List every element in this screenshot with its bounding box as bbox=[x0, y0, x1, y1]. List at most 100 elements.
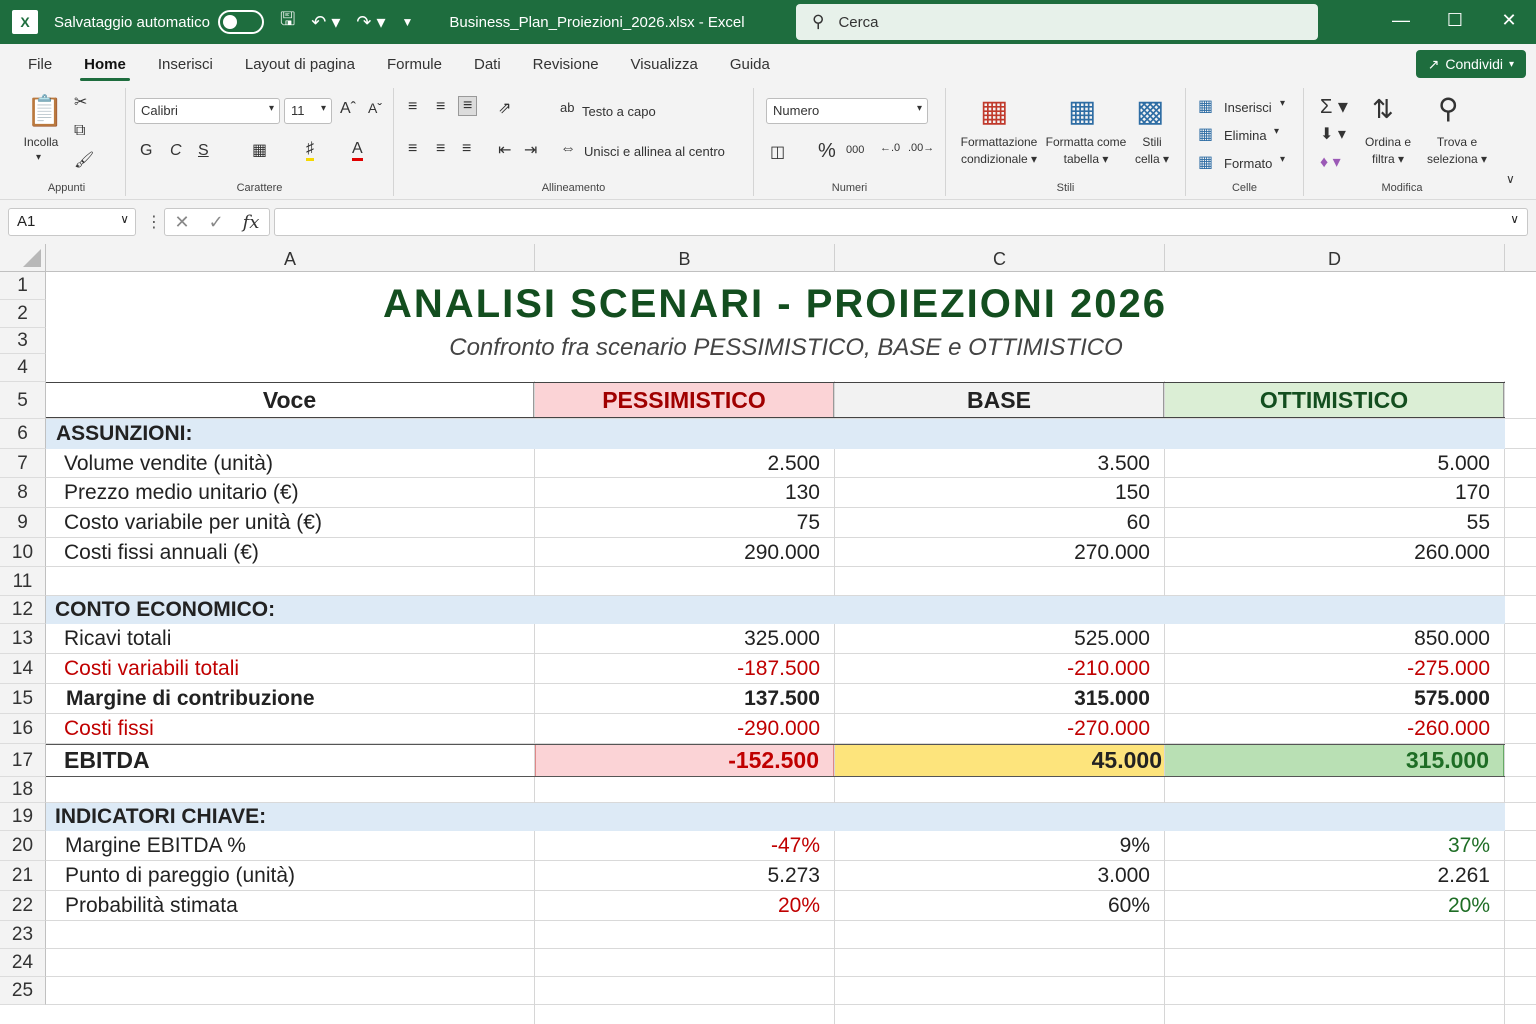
section-kpi[interactable]: INDICATORI CHIAVE: bbox=[55, 803, 266, 831]
format-painter-icon[interactable]: 🖌 bbox=[74, 150, 94, 170]
close-icon[interactable]: ✕ bbox=[1494, 10, 1524, 31]
more-options-icon[interactable]: ⋮ bbox=[146, 212, 162, 232]
row-header-15[interactable]: 15 bbox=[0, 684, 46, 714]
kpi-row-label[interactable]: Probabilità stimata bbox=[65, 891, 238, 921]
percent-style-icon[interactable]: % bbox=[818, 140, 836, 163]
fill-color-icon[interactable]: ♯ bbox=[306, 140, 314, 161]
align-middle-icon[interactable]: ≡ bbox=[436, 98, 445, 116]
assumption-row-value[interactable]: 260.000 bbox=[1165, 538, 1504, 567]
row-header-19[interactable]: 19 bbox=[0, 803, 46, 831]
conditional-formatting-button[interactable]: Formattazione condizionale ▾ bbox=[954, 134, 1044, 168]
row-header-3[interactable]: 3 bbox=[0, 328, 46, 354]
row-header-6[interactable]: 6 bbox=[0, 419, 46, 449]
row-header-2[interactable]: 2 bbox=[0, 300, 46, 328]
kpi-row-value[interactable]: 2.261 bbox=[1165, 861, 1504, 891]
borders-icon[interactable]: ▦ bbox=[252, 140, 267, 160]
paste-icon[interactable]: 📋 bbox=[26, 94, 63, 129]
header-pessimistic[interactable]: PESSIMISTICO bbox=[535, 383, 834, 417]
italic-button[interactable]: C bbox=[170, 142, 182, 160]
column-header-b[interactable]: B bbox=[535, 244, 835, 272]
row-header-13[interactable]: 13 bbox=[0, 624, 46, 654]
maximize-icon[interactable]: ☐ bbox=[1440, 10, 1470, 31]
income-row-value[interactable]: 325.000 bbox=[535, 624, 834, 654]
row-header-17[interactable]: 17 bbox=[0, 744, 46, 777]
header-base[interactable]: BASE bbox=[835, 383, 1164, 417]
assumption-row-value[interactable]: 60 bbox=[835, 508, 1164, 538]
kpi-row-value[interactable]: 9% bbox=[835, 831, 1164, 861]
align-bottom-icon[interactable]: ≡ bbox=[458, 96, 478, 116]
assumption-row-label[interactable]: Prezzo medio unitario (€) bbox=[64, 478, 299, 508]
wrap-text-icon[interactable]: ab bbox=[560, 100, 574, 115]
paste-button[interactable]: Incolla bbox=[14, 134, 68, 151]
increase-decimal-icon[interactable]: ←.0 bbox=[880, 142, 900, 154]
income-row-value[interactable]: 850.000 bbox=[1165, 624, 1504, 654]
delete-cells-button[interactable]: Elimina bbox=[1224, 128, 1267, 143]
customize-toolbar-icon[interactable]: ▼ bbox=[402, 15, 414, 29]
chevron-down-icon[interactable]: ▾ bbox=[1280, 154, 1285, 165]
align-top-icon[interactable]: ≡ bbox=[408, 98, 417, 116]
income-row-value[interactable]: -275.000 bbox=[1165, 654, 1504, 684]
assumption-row-value[interactable]: 270.000 bbox=[835, 538, 1164, 567]
undo-icon[interactable]: ↶ ▾ bbox=[311, 12, 340, 33]
copy-icon[interactable]: ⧉ bbox=[74, 122, 85, 140]
underline-button[interactable]: S bbox=[198, 142, 209, 160]
align-right-icon[interactable]: ≡ bbox=[462, 140, 471, 158]
delete-cells-icon[interactable]: ▦ bbox=[1198, 124, 1213, 144]
column-header-a[interactable]: A bbox=[46, 244, 535, 272]
conditional-formatting-icon[interactable]: ▦ bbox=[980, 94, 1008, 129]
row-header-22[interactable]: 22 bbox=[0, 891, 46, 921]
insert-cells-icon[interactable]: ▦ bbox=[1198, 96, 1213, 116]
cut-icon[interactable]: ✂ bbox=[74, 92, 87, 112]
comma-style-icon[interactable]: 000 bbox=[846, 144, 864, 156]
assumption-row-value[interactable]: 290.000 bbox=[535, 538, 834, 567]
increase-font-icon[interactable]: Aˆ bbox=[340, 100, 356, 118]
chevron-down-icon[interactable]: ▾ bbox=[1274, 126, 1279, 137]
income-row-label[interactable]: Ricavi totali bbox=[64, 624, 171, 654]
row-header-12[interactable]: 12 bbox=[0, 596, 46, 624]
minimize-icon[interactable]: — bbox=[1386, 10, 1416, 31]
orientation-icon[interactable]: ⇗ bbox=[498, 98, 511, 118]
row-header-23[interactable]: 23 bbox=[0, 921, 46, 949]
assumption-row-value[interactable]: 150 bbox=[835, 478, 1164, 508]
decrease-font-icon[interactable]: Aˇ bbox=[368, 100, 382, 116]
redo-icon[interactable]: ↷ ▾ bbox=[356, 12, 385, 33]
income-row-value[interactable]: -290.000 bbox=[535, 714, 834, 744]
row-header-9[interactable]: 9 bbox=[0, 508, 46, 538]
find-select-icon[interactable]: ⚲ bbox=[1438, 92, 1459, 125]
header-voce[interactable]: Voce bbox=[46, 383, 534, 417]
income-row-value[interactable]: -187.500 bbox=[535, 654, 834, 684]
row-header-24[interactable]: 24 bbox=[0, 949, 46, 977]
autosave-toggle[interactable] bbox=[217, 10, 264, 34]
assumption-row-value[interactable]: 130 bbox=[535, 478, 834, 508]
kpi-row-value[interactable]: 20% bbox=[1165, 891, 1504, 921]
section-assumptions[interactable]: ASSUNZIONI: bbox=[56, 419, 193, 449]
accounting-format-icon[interactable]: ◫ bbox=[770, 142, 785, 162]
font-name-select[interactable]: Calibri ▾ bbox=[134, 98, 280, 124]
align-center-icon[interactable]: ≡ bbox=[436, 140, 445, 158]
tab-insert[interactable]: Inserisci bbox=[154, 50, 217, 79]
row-header-7[interactable]: 7 bbox=[0, 449, 46, 478]
header-optimistic[interactable]: OTTIMISTICO bbox=[1165, 383, 1504, 417]
tab-data[interactable]: Dati bbox=[470, 50, 505, 79]
cancel-icon[interactable]: ✕ bbox=[174, 212, 189, 233]
kpi-row-value[interactable]: 3.000 bbox=[835, 861, 1164, 891]
income-row-value[interactable]: 315.000 bbox=[835, 684, 1164, 714]
row-header-18[interactable]: 18 bbox=[0, 777, 46, 803]
income-row-value[interactable]: -270.000 bbox=[835, 714, 1164, 744]
tab-page-layout[interactable]: Layout di pagina bbox=[241, 50, 359, 79]
fill-icon[interactable]: ⬇ ▾ bbox=[1320, 124, 1346, 144]
expand-formula-icon[interactable]: ∨ bbox=[1510, 212, 1519, 226]
chevron-down-icon[interactable]: ▾ bbox=[1280, 98, 1285, 109]
font-size-select[interactable]: 11 ▾ bbox=[284, 98, 332, 124]
assumption-row-value[interactable]: 75 bbox=[535, 508, 834, 538]
column-header-d[interactable]: D bbox=[1165, 244, 1505, 272]
format-cells-icon[interactable]: ▦ bbox=[1198, 152, 1213, 172]
assumption-row-value[interactable]: 170 bbox=[1165, 478, 1504, 508]
section-income[interactable]: CONTO ECONOMICO: bbox=[55, 596, 275, 624]
name-box[interactable]: A1 ∨ bbox=[8, 208, 136, 236]
income-row-value[interactable]: 575.000 bbox=[1165, 684, 1504, 714]
cell-styles-icon[interactable]: ▩ bbox=[1136, 94, 1164, 129]
formula-input[interactable]: ∨ bbox=[274, 208, 1528, 236]
income-row-value[interactable]: -260.000 bbox=[1165, 714, 1504, 744]
tab-formulas[interactable]: Formule bbox=[383, 50, 446, 79]
